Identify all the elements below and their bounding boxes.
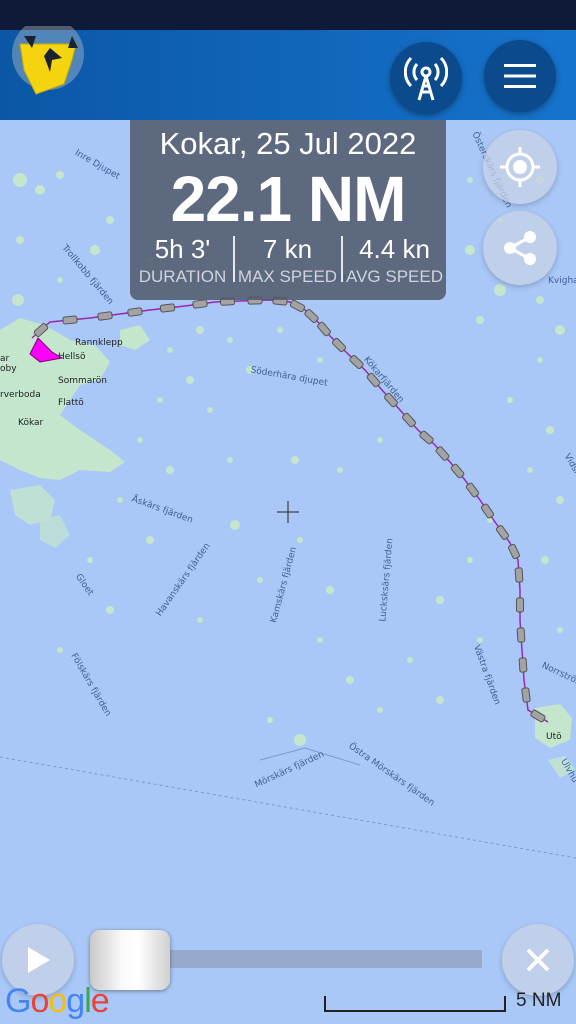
track-boat-marker	[514, 567, 524, 583]
trip-distance: 22.1 NM	[170, 163, 407, 235]
place-label-rannklepp: Rannklepp	[75, 338, 123, 348]
track-boat-marker	[317, 321, 331, 337]
track-boat-marker	[495, 525, 510, 540]
track-boat-marker	[518, 657, 528, 673]
water-label: Kvighar	[548, 276, 576, 286]
track-boat-marker	[516, 627, 526, 643]
map-center-crosshair	[277, 501, 299, 523]
google-logo-letter: e	[90, 982, 110, 1020]
track-boat-marker	[304, 309, 319, 323]
playback-slider-track[interactable]	[162, 950, 482, 968]
place-label-ar: ar	[0, 354, 10, 364]
compass-boat-logo-icon[interactable]	[6, 26, 88, 104]
close-icon	[526, 948, 550, 972]
track-boat-marker	[289, 299, 306, 313]
place-label-sommaron: Sommarön	[58, 376, 107, 386]
stat-label: DURATION	[138, 267, 227, 286]
place-label-hellso: Hellsö	[58, 352, 86, 362]
google-logo-letter: o	[30, 982, 49, 1020]
hamburger-menu-icon	[504, 64, 536, 88]
track-boat-marker	[508, 543, 520, 560]
track-boat-marker	[62, 315, 78, 325]
broadcast-antenna-icon	[404, 56, 448, 101]
play-icon	[28, 947, 50, 973]
stat-label: AVG SPEED	[346, 267, 443, 286]
app-header	[0, 26, 576, 120]
track-boat-marker	[450, 463, 465, 479]
google-logo-letter: G	[5, 982, 31, 1020]
google-attribution-logo: Google	[5, 982, 110, 1021]
place-label-oby: oby	[0, 364, 17, 374]
track-boat-marker	[419, 430, 434, 445]
track-boat-marker	[159, 303, 176, 313]
track-boat-marker	[402, 412, 416, 428]
broadcast-button[interactable]	[390, 42, 462, 114]
map-scale-bar	[324, 996, 506, 1012]
track-boat-marker	[465, 482, 480, 498]
menu-button[interactable]	[484, 40, 556, 112]
stat-value: 5h 3'	[154, 234, 211, 264]
close-button[interactable]	[502, 924, 574, 996]
track-boat-marker	[97, 311, 113, 321]
stat-max-speed: 7 kn MAX SPEED	[235, 234, 340, 287]
map-scale-label: 5 NM	[516, 990, 562, 1011]
track-boat-marker	[516, 597, 524, 613]
trip-summary-panel: Kokar, 25 Jul 2022 22.1 NM 5h 3' DURATIO…	[130, 120, 446, 300]
share-button[interactable]	[483, 211, 557, 285]
track-boat-marker	[435, 446, 450, 461]
playback-slider-thumb[interactable]	[90, 930, 170, 990]
google-logo-letter: g	[66, 982, 85, 1020]
track-boat-marker	[192, 299, 208, 309]
place-label-rverboda: rverboda	[0, 390, 41, 400]
track-boat-marker	[127, 307, 143, 317]
place-label-kokar: Kökar	[18, 418, 44, 428]
place-label-flatto: Flattö	[58, 398, 84, 408]
stat-duration: 5h 3' DURATION	[130, 234, 235, 287]
place-label-uto: Utö	[546, 732, 562, 742]
track-boat-marker	[331, 337, 347, 353]
stat-value: 7 kn	[262, 234, 313, 264]
stat-value: 4.4 kn	[359, 234, 430, 264]
google-logo-letter: o	[48, 982, 67, 1020]
track-boat-marker	[480, 503, 495, 519]
track-boat-marker	[521, 687, 531, 703]
trip-title: Kokar, 25 Jul 2022	[159, 126, 417, 161]
stat-avg-speed: 4.4 kn AVG SPEED	[342, 234, 447, 287]
stat-label: MAX SPEED	[237, 267, 338, 286]
crosshair-target-icon	[500, 147, 540, 187]
locate-button[interactable]	[483, 130, 557, 204]
share-icon	[504, 231, 536, 265]
